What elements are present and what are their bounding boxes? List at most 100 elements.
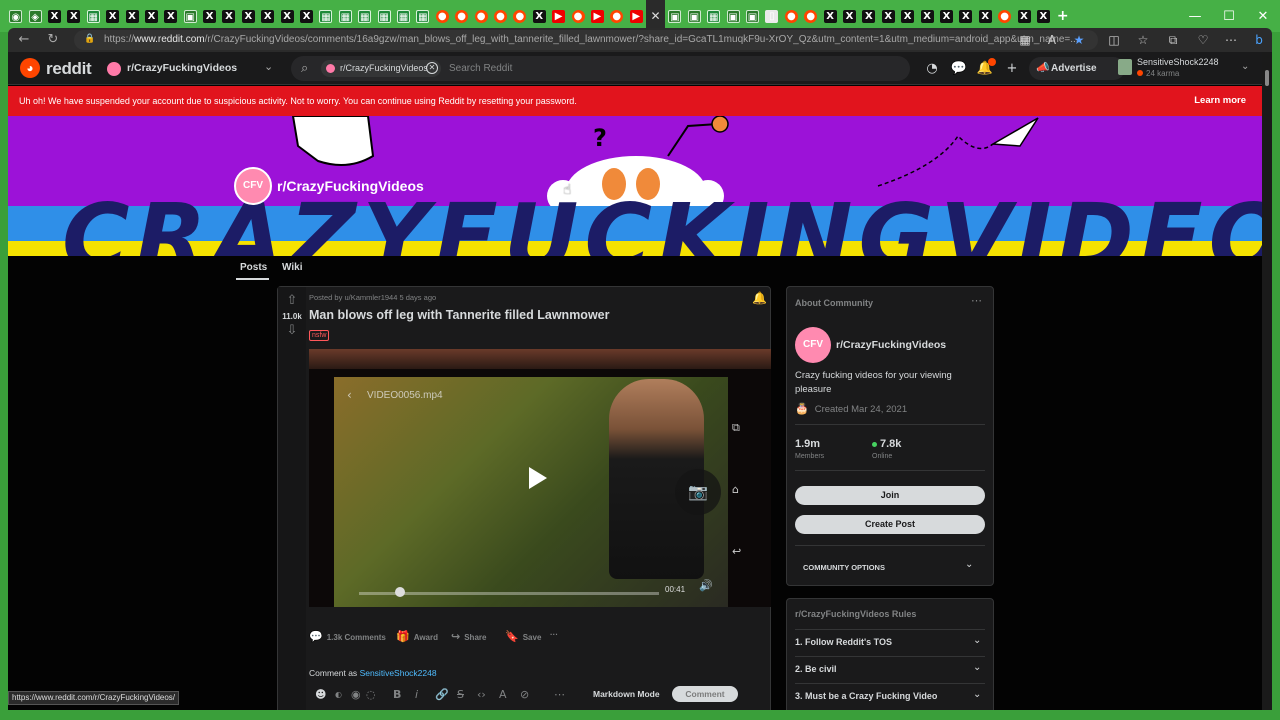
emoji-icon[interactable]: ☻	[315, 688, 326, 701]
tab-favicon-icon: X	[842, 9, 856, 23]
gif-icon[interactable]: ◐	[335, 690, 342, 699]
tab-favicon-icon: ▣	[183, 9, 197, 23]
tab-favicon-icon: X	[939, 9, 953, 23]
comment-as-user-link[interactable]: SensitiveShock2248	[360, 668, 437, 678]
follow-post-bell-icon[interactable]: 🔔	[752, 291, 767, 305]
chevron-down-icon: ⌄	[973, 662, 982, 673]
chip-avatar	[326, 64, 335, 73]
members-label: Members	[795, 453, 825, 460]
split-screen-icon[interactable]: ◫	[1105, 31, 1123, 49]
favorite-star-icon[interactable]: ★	[1070, 31, 1088, 49]
favorites-icon[interactable]: ☆	[1134, 31, 1152, 49]
online-label: Online	[872, 453, 893, 460]
bold-icon[interactable]: B	[393, 688, 401, 701]
rule-item[interactable]: 2. Be civil ⌄	[795, 656, 985, 676]
chip-close-icon[interactable]: ✕	[426, 62, 438, 74]
rule-item[interactable]: 1. Follow Reddit's TOS ⌄	[795, 629, 985, 649]
tab-favicon-icon: X	[978, 9, 992, 23]
comment-submit-button[interactable]: Comment	[672, 686, 738, 702]
award-icon: 🎁	[396, 630, 410, 643]
comments-button[interactable]: 💬 1.3k Comments	[309, 630, 386, 643]
strikethrough-icon[interactable]: S	[457, 688, 464, 701]
address-bar[interactable]: https://www.reddit.com/r/CrazyFuckingVid…	[74, 30, 1098, 50]
italic-icon[interactable]: i	[415, 688, 418, 701]
video-seek-handle[interactable]	[395, 587, 405, 597]
rule-item[interactable]: 3. Must be a Crazy Fucking Video ⌄	[795, 683, 985, 703]
community-banner: ? CRAZYFUCKINGVIDEOS	[8, 116, 1262, 256]
chevron-down-icon[interactable]: ⌄	[965, 559, 973, 570]
community-description: Crazy fucking videos for your viewing pl…	[795, 370, 952, 395]
grid-icon[interactable]: ▦	[1016, 31, 1034, 49]
sticker-icon[interactable]: ◌	[366, 688, 376, 701]
comment-editor-toolbar: ☻ ◐ ◉ ◌ B i 🔗 S ‹› A ⊘ ⋯ Markdown Mode C…	[309, 685, 741, 707]
create-post-plus-icon[interactable]: +	[1003, 60, 1021, 78]
tab-favicon-icon: ▦	[319, 9, 333, 23]
user-menu[interactable]: SensitiveShock2248 24 karma ⌄	[1118, 55, 1258, 83]
downvote-arrow-icon[interactable]: ⇩	[282, 323, 302, 338]
volume-icon[interactable]: 🔊	[699, 579, 713, 592]
more-formatting-icon[interactable]: ⋯	[554, 688, 565, 701]
community-options-toggle[interactable]: COMMUNITY OPTIONS	[803, 563, 885, 572]
community-switcher[interactable]: r/CrazyFuckingVideos ⌄	[104, 55, 279, 81]
back-button[interactable]: ←	[14, 31, 34, 49]
chevron-down-icon: ⌄	[264, 61, 274, 73]
read-aloud-icon[interactable]: A	[1043, 31, 1061, 49]
community-banner-name[interactable]: r/CrazyFuckingVideos	[277, 178, 424, 194]
share-label: Share	[464, 633, 487, 642]
reaction-icon[interactable]: ◉	[351, 688, 361, 701]
markdown-mode-button[interactable]: Markdown Mode	[593, 689, 660, 699]
tab-favicon-icon: X	[532, 9, 546, 23]
community-banner-avatar[interactable]: CFV	[234, 167, 272, 205]
play-icon[interactable]	[529, 467, 547, 489]
search-input[interactable]: Search Reddit	[449, 63, 512, 74]
superscript-icon[interactable]: A	[499, 688, 507, 701]
user-avatar	[1118, 59, 1132, 75]
lock-icon[interactable]: 🔒	[84, 33, 95, 45]
award-button[interactable]: 🎁 Award	[396, 630, 438, 643]
copilot-icon[interactable]: b	[1250, 31, 1268, 49]
advertise-button[interactable]: 📣 Advertise	[1029, 57, 1125, 80]
comment-icon: 💬	[309, 630, 323, 643]
video-filename: VIDEO0056.mp4	[367, 390, 443, 401]
divider	[795, 545, 985, 546]
reddit-logo-icon[interactable]: ◕	[20, 58, 40, 78]
about-heading: About Community	[795, 298, 873, 308]
collections-icon[interactable]: ⧉	[1164, 31, 1182, 49]
tab-posts[interactable]: Posts	[240, 262, 267, 273]
page-scrollbar[interactable]	[1262, 52, 1272, 710]
close-tab-icon[interactable]: ✕	[649, 9, 662, 23]
svg-text:?: ?	[593, 124, 607, 152]
upvote-arrow-icon[interactable]: ⇧	[282, 293, 302, 308]
tab-favicon-icon: X	[261, 9, 275, 23]
tab-wiki[interactable]: Wiki	[282, 262, 302, 273]
scrollbar-thumb[interactable]	[1265, 70, 1269, 86]
advertise-label: Advertise	[1051, 63, 1097, 74]
learn-more-link[interactable]: Learn more	[1194, 95, 1246, 106]
chat-icon[interactable]: 💬	[950, 60, 968, 78]
about-community-name[interactable]: r/CrazyFuckingVideos	[836, 339, 946, 351]
video-player[interactable]: ‹ VIDEO0056.mp4 📷 ⧉ ⌂ ↩ 00:41 🔊	[309, 349, 771, 607]
share-button[interactable]: ↪ Share	[451, 630, 486, 643]
active-tab-indicator	[236, 278, 269, 280]
refresh-button[interactable]: ↻	[43, 31, 63, 49]
about-community-avatar[interactable]: CFV	[795, 327, 831, 363]
rules-heading: r/CrazyFuckingVideos Rules	[795, 609, 917, 619]
tab-favicon-icon: ▦	[416, 9, 430, 23]
inline-code-icon[interactable]: ‹›	[477, 688, 486, 701]
about-more-icon[interactable]: ⋯	[971, 294, 982, 307]
search-community-chip[interactable]: r/CrazyFuckingVideos ✕	[321, 60, 441, 77]
popular-icon[interactable]: ◔	[923, 60, 941, 78]
post-title[interactable]: Man blows off leg with Tannerite filled …	[309, 308, 609, 322]
join-button[interactable]: Join	[795, 486, 985, 505]
save-button[interactable]: 🔖 Save	[505, 630, 541, 643]
reddit-wordmark[interactable]: reddit	[46, 59, 92, 79]
chevron-down-icon: ⌄	[1241, 61, 1250, 72]
extensions-icon[interactable]: ♡	[1194, 31, 1212, 49]
spoiler-icon[interactable]: ⊘	[520, 688, 529, 701]
link-icon[interactable]: 🔗	[435, 688, 449, 701]
more-menu-icon[interactable]: ⋯	[1222, 31, 1240, 49]
search-bar[interactable]: ⌕ r/CrazyFuckingVideos ✕ Search Reddit	[291, 56, 910, 81]
create-post-button[interactable]: Create Post	[795, 515, 985, 534]
tab-favicon-icon: X	[106, 9, 120, 23]
more-options-button[interactable]: ···	[550, 630, 558, 639]
